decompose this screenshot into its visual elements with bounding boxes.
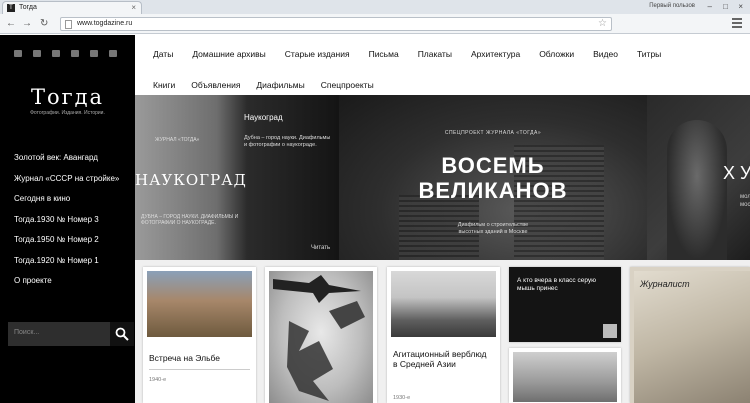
slide-project-label: СПЕЦПРОЕКТ ЖУРНАЛА «ТОГДА» [444,130,542,136]
card-photo [513,352,617,402]
slide-headline: НАУКОГРАД [135,171,247,189]
nav-link[interactable]: Спецпроекты [321,80,374,90]
page-icon [65,20,72,29]
tab-title: Тогда [19,4,37,11]
site-logo[interactable]: Тогда [0,85,135,109]
card-title[interactable]: Встреча на Эльбе [149,353,249,363]
card-year: 1930-е [393,395,411,401]
nav-link[interactable]: Диафильмы [256,80,304,90]
sidebar-item[interactable]: Тогда.1950 № Номер 2 [14,235,132,256]
browser-toolbar: ← → ↻ www.togdazine.ru ☆ [0,14,750,34]
nav-link[interactable]: Письма [369,49,399,59]
nav-row-1: Даты Домашние архивы Старые издания Письма П… [153,44,680,62]
nav-link[interactable]: Даты [153,49,173,59]
nav-link[interactable]: Книги [153,80,175,90]
photo-icon[interactable] [33,50,41,57]
mail-icon[interactable] [109,50,117,57]
featured-slider[interactable]: ЖУРНАЛ «ТОГДА» НАУКОГРАД ДУБНА – ГОРОД Н… [135,95,750,260]
slide-title: Наукоград [244,113,283,122]
nav-link[interactable]: Архитектура [471,49,520,59]
slide-naukograd[interactable]: ЖУРНАЛ «ТОГДА» НАУКОГРАД ДУБНА – ГОРОД Н… [135,95,339,260]
nav-link[interactable]: Старые издания [285,49,350,59]
search-input[interactable]: Поиск... [8,322,110,346]
nav-row-2: Книги Объявления Диафильмы Спецпроекты [153,75,390,93]
slide-portrait[interactable]: Х У моло мос [647,95,750,260]
card-open-icon[interactable] [603,324,617,338]
browser-tab-bar: T Тогда × Первый пользов – □ × [0,0,750,14]
read-link[interactable]: Читать [311,245,330,251]
facebook-icon[interactable] [90,50,98,57]
slide-subtitle: ДУБНА – ГОРОД НАУКИ. ДИАФИЛЬМЫ И ФОТОГРА… [141,214,239,226]
sidebar-item[interactable]: Сегодня в кино [14,194,132,215]
site-tagline: Фотографии. Издания. Истории. [30,110,105,116]
article-card[interactable]: Встреча на Эльбе 1940-е [143,267,256,403]
address-bar[interactable]: www.togdazine.ru ☆ [60,17,612,31]
url-text: www.togdazine.ru [77,20,133,27]
card-photo [634,271,750,403]
card-photo [269,271,373,403]
bookmark-star-icon[interactable]: ☆ [598,18,607,29]
social-icons [14,44,128,62]
card-title[interactable]: Журналист [640,279,690,289]
twitter-icon[interactable] [71,50,79,57]
airplane-illustration [273,275,365,401]
minimize-icon[interactable]: – [708,2,712,11]
article-card[interactable]: Журналист [630,267,750,403]
close-tab-icon[interactable]: × [131,3,136,12]
article-card[interactable]: Агитационный верблюд в Средней Азии 1930… [387,267,500,403]
maximize-icon[interactable]: □ [723,2,728,11]
headline-line-1: ВОСЕМЬ [441,153,545,178]
nav-link[interactable]: Обложки [539,49,574,59]
subtitle-line-1: Диафильм о строительстве [457,222,529,228]
browser-tab[interactable]: T Тогда × [2,1,142,14]
card-year: 1940-е [149,377,167,383]
sidebar-menu: Золотой век: Авангард Журнал «СССР на ст… [14,153,132,297]
slide-description: Дубна – город науки. Диафильмы и фотогра… [244,135,331,148]
article-card[interactable] [509,348,621,403]
back-icon[interactable]: ← [6,18,16,30]
headline-line-2: ВЕЛИКАНОВ [418,178,568,203]
card-title[interactable]: Агитационный верблюд в Средней Азии [393,349,493,369]
top-navigation: Даты Домашние архивы Старые издания Письма П… [135,35,750,95]
card-divider [149,369,250,370]
close-window-icon[interactable]: × [738,2,743,11]
card-photo [147,271,252,337]
sidebar-item[interactable]: Тогда.1930 № Номер 3 [14,215,132,236]
search-icon [115,327,129,341]
instagram-icon[interactable] [14,50,22,57]
nav-link[interactable]: Видео [593,49,618,59]
article-card-dark[interactable]: А кто вчера в класс серую мышь принес [509,267,621,342]
sidebar-item[interactable]: Золотой век: Авангард [14,153,132,174]
reload-icon[interactable]: ↻ [40,18,48,30]
slide-journal-label: ЖУРНАЛ «ТОГДА» [155,137,200,143]
slide-subtitle: моло мос [740,194,750,208]
browser-menu-icon[interactable] [732,18,742,28]
slide-subtitle: Диафильм о строительстве высотных зданий… [339,222,647,236]
nav-link[interactable]: Титры [637,49,661,59]
browser-user-label[interactable]: Первый пользов [649,3,695,9]
article-card[interactable] [265,267,377,403]
nav-link[interactable]: Плакаты [418,49,452,59]
sidebar: Тогда Фотографии. Издания. Истории. Золо… [0,35,135,403]
card-quote[interactable]: А кто вчера в класс серую мышь принес [517,277,613,293]
vk-icon[interactable] [52,50,60,57]
article-grid: Встреча на Эльбе 1940-е Агитационный вер… [135,260,750,403]
slide-headline: Х У [723,163,750,183]
search-button[interactable] [110,322,134,346]
slide-vosem-velikanov[interactable]: СПЕЦПРОЕКТ ЖУРНАЛА «ТОГДА» ВОСЕМЬ ВЕЛИКА… [339,95,647,260]
nav-link[interactable]: Домашние архивы [192,49,265,59]
subtitle-line-2: высотных зданий в Москве [458,229,528,235]
portrait-photo [667,120,727,260]
sidebar-item[interactable]: Журнал «СССР на стройке» [14,174,132,195]
nav-link[interactable]: Объявления [191,80,240,90]
sidebar-item[interactable]: О проекте [14,276,132,297]
forward-icon[interactable]: → [22,18,32,30]
slide-headline: ВОСЕМЬ ВЕЛИКАНОВ [339,153,647,203]
site-favicon-icon: T [7,4,15,12]
card-photo [391,271,496,337]
sidebar-item[interactable]: Тогда.1920 № Номер 1 [14,256,132,277]
